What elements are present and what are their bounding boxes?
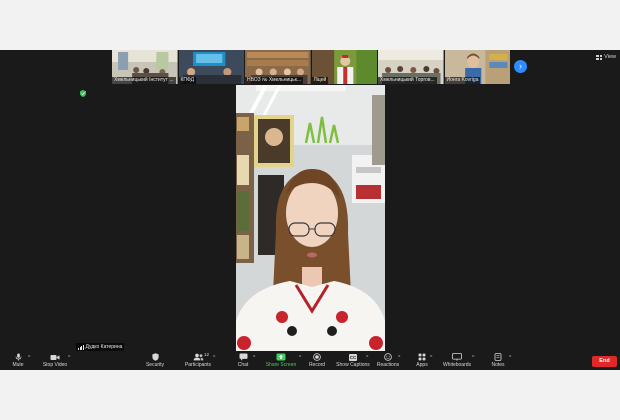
whiteboards-options-caret[interactable]: ^ <box>472 355 474 361</box>
share-screen-icon <box>276 352 286 362</box>
participant-thumbnail[interactable]: Йонга Kovrigа <box>444 50 510 84</box>
participant-thumbnail[interactable]: НВОЗ № Хмельницьк... <box>245 50 311 84</box>
share-options-caret[interactable]: ^ <box>299 355 301 361</box>
record-icon <box>313 352 321 362</box>
people-icon <box>193 352 204 362</box>
notes-label: Notes <box>491 362 505 368</box>
view-button[interactable]: View <box>596 52 616 62</box>
stop-video-label: Stop Video <box>42 362 68 368</box>
mute-options-caret[interactable]: ^ <box>28 355 30 361</box>
record-label: Record <box>308 362 326 368</box>
video-camera-icon <box>50 352 60 362</box>
chat-label: Chat <box>237 362 249 368</box>
participant-thumbnail[interactable]: Ліцей <box>311 50 377 84</box>
participant-thumbnail-strip: Хмельницький Інститут ... КПФД НВОЗ № Хм… <box>112 50 510 84</box>
next-page-button[interactable]: › <box>514 60 527 73</box>
participant-thumbnail[interactable]: Хмельницький Інститут ... <box>112 50 178 84</box>
mute-label: Mute <box>12 362 24 368</box>
zoom-meeting-window: View Хмельницький Інститут ... КПФД НВОЗ… <box>0 50 620 370</box>
apps-options-caret[interactable]: ^ <box>430 355 432 361</box>
video-options-caret[interactable]: ^ <box>68 355 70 361</box>
chat-bubble-icon <box>239 352 248 362</box>
chevron-right-icon: › <box>519 61 522 71</box>
apps-label: Apps <box>416 362 428 368</box>
stop-video-button[interactable]: Stop Video <box>42 352 68 370</box>
notes-icon <box>494 352 502 362</box>
participants-options-caret[interactable]: ^ <box>213 355 215 361</box>
microphone-icon <box>15 352 22 362</box>
participant-thumbnail[interactable]: КПФД <box>178 50 244 84</box>
participant-name: КПФД <box>178 77 197 84</box>
chat-button[interactable]: Chat <box>234 352 252 370</box>
participants-count-badge: 12 <box>204 352 210 357</box>
end-meeting-button[interactable]: End <box>592 356 617 367</box>
active-speaker-name-tag: Дудко Катерина <box>76 343 125 351</box>
whiteboard-icon <box>452 352 462 362</box>
apps-button[interactable]: Apps <box>413 352 431 370</box>
whiteboards-button[interactable]: Whiteboards <box>442 352 472 370</box>
show-captions-label: Show Captions <box>336 362 370 368</box>
closed-captions-icon: CC <box>348 352 358 362</box>
participant-name: Йонга Kovrigа <box>444 77 481 84</box>
whiteboards-label: Whiteboards <box>442 362 472 368</box>
reactions-label: Reactions <box>376 362 400 368</box>
speaker-video-frame <box>236 85 385 351</box>
participant-name: Хмельницький Інститут ... <box>112 77 176 84</box>
view-button-label: View <box>604 54 616 60</box>
active-speaker-video <box>236 85 385 351</box>
reactions-options-caret[interactable]: ^ <box>398 355 400 361</box>
notes-button[interactable]: Notes <box>488 352 508 370</box>
smiley-icon <box>384 352 392 362</box>
grid-icon <box>596 54 603 60</box>
letterbox-bottom <box>0 370 620 420</box>
security-button[interactable]: Security <box>143 352 167 370</box>
participant-thumbnail[interactable]: Хмельницький Торгов... <box>378 50 444 84</box>
participant-name: НВОЗ № Хмельницьк... <box>245 77 304 84</box>
captions-options-caret[interactable]: ^ <box>366 355 368 361</box>
security-label: Security <box>145 362 165 368</box>
record-button[interactable]: Record <box>306 352 328 370</box>
chat-options-caret[interactable]: ^ <box>253 355 255 361</box>
notes-options-caret[interactable]: ^ <box>509 355 511 361</box>
meeting-toolbar: Mute ^ Stop Video ^ Security Participant… <box>0 352 620 370</box>
signal-strength-icon <box>78 344 84 350</box>
apps-grid-icon <box>418 352 426 362</box>
share-screen-label: Share Screen <box>265 362 297 368</box>
security-shield-icon <box>151 352 159 362</box>
captions-badge: CC <box>348 353 358 361</box>
participant-name: Хмельницький Торгов... <box>378 77 437 84</box>
active-speaker-name: Дудко Катерина <box>85 344 123 350</box>
shield-icon <box>80 90 86 97</box>
participants-label: Participants <box>184 362 212 368</box>
participant-name: Ліцей <box>311 77 329 84</box>
letterbox-top <box>0 0 620 50</box>
reactions-button[interactable]: Reactions <box>376 352 400 370</box>
mute-button[interactable]: Mute <box>8 352 28 370</box>
share-screen-button[interactable]: Share Screen <box>264 352 298 370</box>
